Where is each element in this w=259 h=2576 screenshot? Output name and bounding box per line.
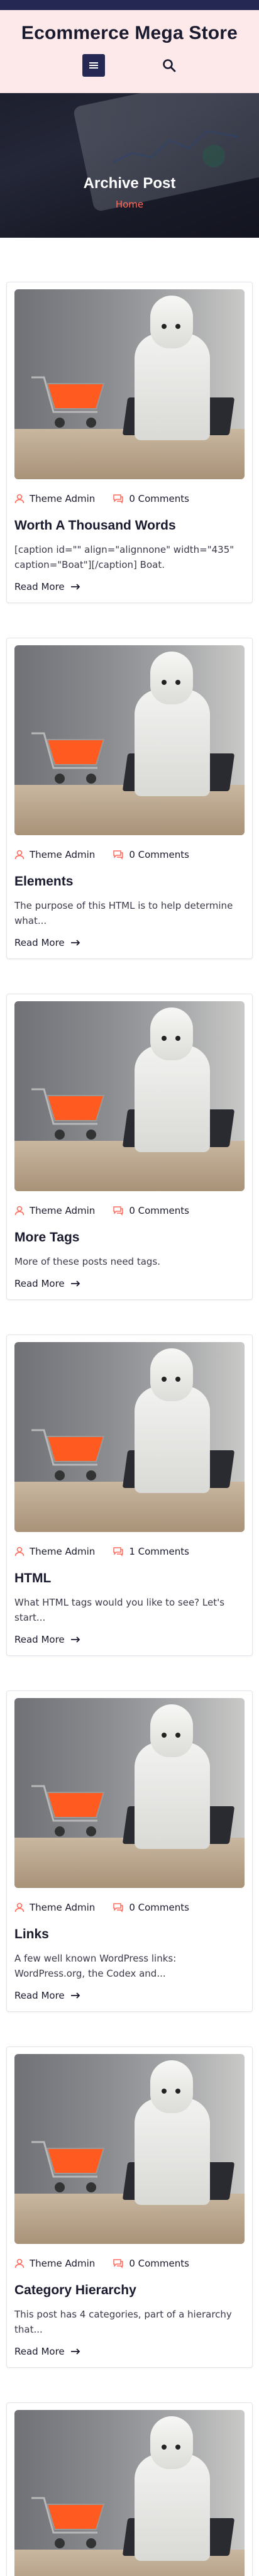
post-card: Theme Admin 0 Comments Elements The purp… [6, 638, 253, 959]
post-author[interactable]: Theme Admin [14, 1546, 95, 1557]
user-icon [14, 494, 25, 504]
read-more-label: Read More [14, 2346, 65, 2357]
post-thumbnail[interactable] [14, 2054, 245, 2244]
post-thumbnail[interactable] [14, 645, 245, 835]
post-title[interactable]: Links [14, 1927, 245, 1942]
arrow-right-icon [70, 1280, 80, 1287]
arrow-right-icon [70, 1636, 80, 1643]
cart-image [31, 2141, 105, 2192]
cart-image [31, 732, 105, 784]
author-name: Theme Admin [30, 1205, 96, 1216]
comments-icon [113, 1547, 124, 1557]
site-title[interactable]: Ecommerce Mega Store [0, 23, 259, 44]
read-more-label: Read More [14, 1278, 65, 1289]
post-comments[interactable]: 1 Comments [113, 1546, 189, 1557]
post-author[interactable]: Theme Admin [14, 1902, 95, 1913]
author-name: Theme Admin [30, 849, 96, 860]
post-excerpt: More of these posts need tags. [14, 1256, 161, 1267]
read-more-link[interactable]: Read More [14, 1634, 81, 1645]
comments-icon [113, 1903, 124, 1913]
read-more-link[interactable]: Read More [14, 1990, 81, 2001]
site-header: Ecommerce Mega Store [0, 10, 259, 93]
read-more-link[interactable]: Read More [14, 581, 81, 592]
post-thumbnail[interactable] [14, 1698, 245, 1888]
post-comments[interactable]: 0 Comments [113, 2258, 189, 2269]
comments-icon [113, 494, 124, 504]
hero-banner: Archive Post Home [0, 93, 259, 238]
read-more-label: Read More [14, 1990, 65, 2001]
comments-icon [113, 850, 124, 860]
search-icon [163, 59, 176, 72]
author-name: Theme Admin [30, 1546, 96, 1557]
post-author[interactable]: Theme Admin [14, 1205, 95, 1216]
read-more-label: Read More [14, 937, 65, 948]
breadcrumb-home[interactable]: Home [0, 199, 259, 210]
post-card: Theme Admin 0 Comments Worth A Thousand … [6, 282, 253, 603]
cart-image [31, 1429, 105, 1480]
post-comments[interactable]: 0 Comments [113, 1902, 189, 1913]
read-more-link[interactable]: Read More [14, 937, 81, 948]
comment-count: 0 Comments [129, 493, 189, 504]
post-comments[interactable]: 0 Comments [113, 1205, 189, 1216]
arrow-right-icon [70, 1992, 80, 1999]
cart-image [31, 1785, 105, 1836]
post-author[interactable]: Theme Admin [14, 2258, 95, 2269]
comments-icon [113, 1206, 124, 1216]
cart-image [31, 2497, 105, 2548]
post-title[interactable]: Elements [14, 874, 245, 889]
comment-count: 0 Comments [129, 849, 189, 860]
comment-count: 0 Comments [129, 2258, 189, 2269]
cart-image [31, 1088, 105, 1140]
post-comments[interactable]: 0 Comments [113, 493, 189, 504]
post-title[interactable]: Worth A Thousand Words [14, 518, 245, 533]
user-icon [14, 2258, 25, 2268]
post-excerpt: What HTML tags would you like to see? Le… [14, 1597, 225, 1623]
post-card: Theme Admin 0 Comments Category Hierarch… [6, 2046, 253, 2368]
user-icon [14, 1902, 25, 1913]
read-more-link[interactable]: Read More [14, 1278, 81, 1289]
post-title[interactable]: HTML [14, 1571, 245, 1586]
comment-count: 1 Comments [129, 1546, 189, 1557]
post-author[interactable]: Theme Admin [14, 849, 95, 860]
post-excerpt: This post has 4 categories, part of a hi… [14, 2309, 232, 2335]
post-title[interactable]: Category Hierarchy [14, 2283, 245, 2298]
post-comments[interactable]: 0 Comments [113, 849, 189, 860]
post-card: Theme Admin 1 Comments HTML What HTML ta… [6, 1335, 253, 1656]
menu-icon [89, 62, 98, 69]
post-author[interactable]: Theme Admin [14, 493, 95, 504]
post-card [6, 2402, 253, 2576]
page-title: Archive Post [83, 175, 176, 192]
read-more-label: Read More [14, 581, 65, 592]
post-thumbnail[interactable] [14, 1342, 245, 1532]
top-bar [0, 0, 259, 10]
comment-count: 0 Comments [129, 1902, 189, 1913]
search-button[interactable] [162, 58, 177, 73]
arrow-right-icon [70, 584, 80, 590]
cart-image [31, 376, 105, 428]
read-more-label: Read More [14, 1634, 65, 1645]
post-excerpt: A few well known WordPress links: WordPr… [14, 1953, 177, 1979]
read-more-link[interactable]: Read More [14, 2346, 81, 2357]
post-excerpt: [caption id="" align="alignnone" width="… [14, 544, 234, 570]
user-icon [14, 1546, 25, 1557]
author-name: Theme Admin [30, 493, 96, 504]
author-name: Theme Admin [30, 1902, 96, 1913]
arrow-right-icon [70, 940, 80, 946]
post-thumbnail[interactable] [14, 289, 245, 479]
post-card: Theme Admin 0 Comments More Tags More of… [6, 994, 253, 1300]
arrow-right-icon [70, 2348, 80, 2355]
comments-icon [113, 2259, 124, 2268]
post-list: Theme Admin 0 Comments Worth A Thousand … [0, 238, 259, 2576]
comment-count: 0 Comments [129, 1205, 189, 1216]
post-thumbnail[interactable] [14, 1001, 245, 1191]
post-excerpt: The purpose of this HTML is to help dete… [14, 900, 233, 926]
user-icon [14, 1206, 25, 1216]
menu-button[interactable] [82, 54, 105, 77]
author-name: Theme Admin [30, 2258, 96, 2269]
post-title[interactable]: More Tags [14, 1230, 245, 1245]
post-thumbnail[interactable] [14, 2410, 245, 2576]
user-icon [14, 850, 25, 860]
post-card: Theme Admin 0 Comments Links A few well … [6, 1690, 253, 2012]
